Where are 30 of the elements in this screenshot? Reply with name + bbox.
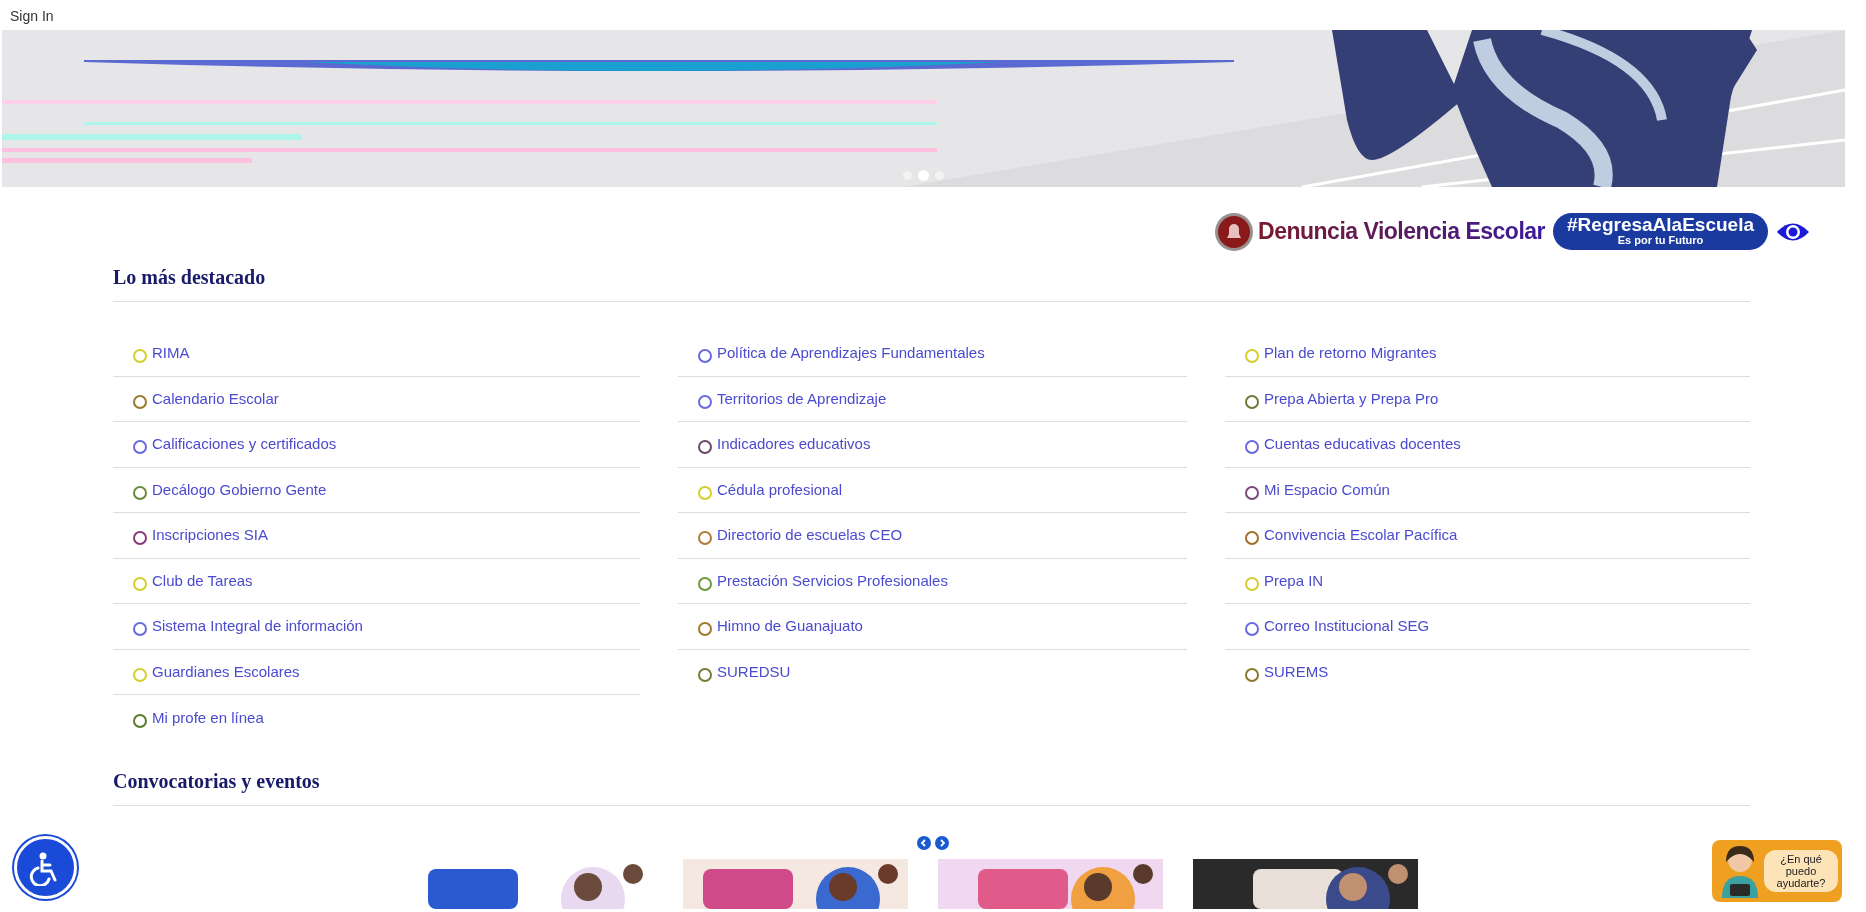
- highlight-link[interactable]: Política de Aprendizajes Fundamentales: [717, 342, 985, 365]
- highlight-link[interactable]: SUREMS: [1264, 661, 1329, 684]
- highlight-link[interactable]: Plan de retorno Migrantes: [1264, 342, 1437, 365]
- highlight-link[interactable]: Directorio de escuelas CEO: [717, 524, 903, 547]
- highlight-link[interactable]: Indicadores educativos: [717, 433, 871, 456]
- highlight-link[interactable]: Convivencia Escolar Pacífica: [1264, 524, 1458, 547]
- highlight-link[interactable]: Club de Tareas: [152, 569, 253, 592]
- highlight-link[interactable]: Guardianes Escolares: [152, 660, 300, 683]
- section-heading: Lo más destacado: [113, 265, 267, 290]
- highlight-link[interactable]: Inscripciones SIA: [152, 524, 268, 547]
- highlight-link[interactable]: Prestación Servicios Profesionales: [717, 569, 948, 592]
- highlight-link[interactable]: Calendario Escolar: [152, 387, 279, 410]
- campaign-link[interactable]: #RegresaAlaEscuela Es por tu Futuro: [1553, 212, 1768, 251]
- highlight-link[interactable]: Prepa Abierta y Prepa Pro: [1264, 387, 1439, 410]
- highlight-link[interactable]: Himno de Guanajuato: [717, 615, 863, 638]
- highlight-link[interactable]: Cédula profesional: [717, 478, 843, 501]
- highlight-link[interactable]: Calificaciones y certificados: [152, 433, 337, 456]
- section-heading: Convocatorias y eventos: [113, 768, 321, 795]
- highlight-link[interactable]: SUREDSU: [717, 661, 791, 684]
- highlight-link[interactable]: Decálogo Gobierno Gente: [152, 478, 327, 501]
- highlight-link[interactable]: Territorios de Aprendizaje: [717, 387, 887, 410]
- highlight-link[interactable]: Mi profe en línea: [152, 706, 264, 729]
- highlight-link[interactable]: Correo Institucional SEG: [1264, 615, 1430, 638]
- sign-in-link[interactable]: Sign In: [10, 8, 54, 24]
- chat-button[interactable]: ¿En qué puedo ayudarte?: [1712, 840, 1842, 902]
- highlight-link[interactable]: Sistema Integral de información: [152, 615, 363, 638]
- highlight-link[interactable]: Cuentas educativas docentes: [1264, 433, 1461, 456]
- highlight-link[interactable]: RIMA: [152, 342, 190, 365]
- highlight-link[interactable]: Mi Espacio Común: [1264, 478, 1390, 501]
- highlight-link[interactable]: Prepa IN: [1264, 569, 1324, 592]
